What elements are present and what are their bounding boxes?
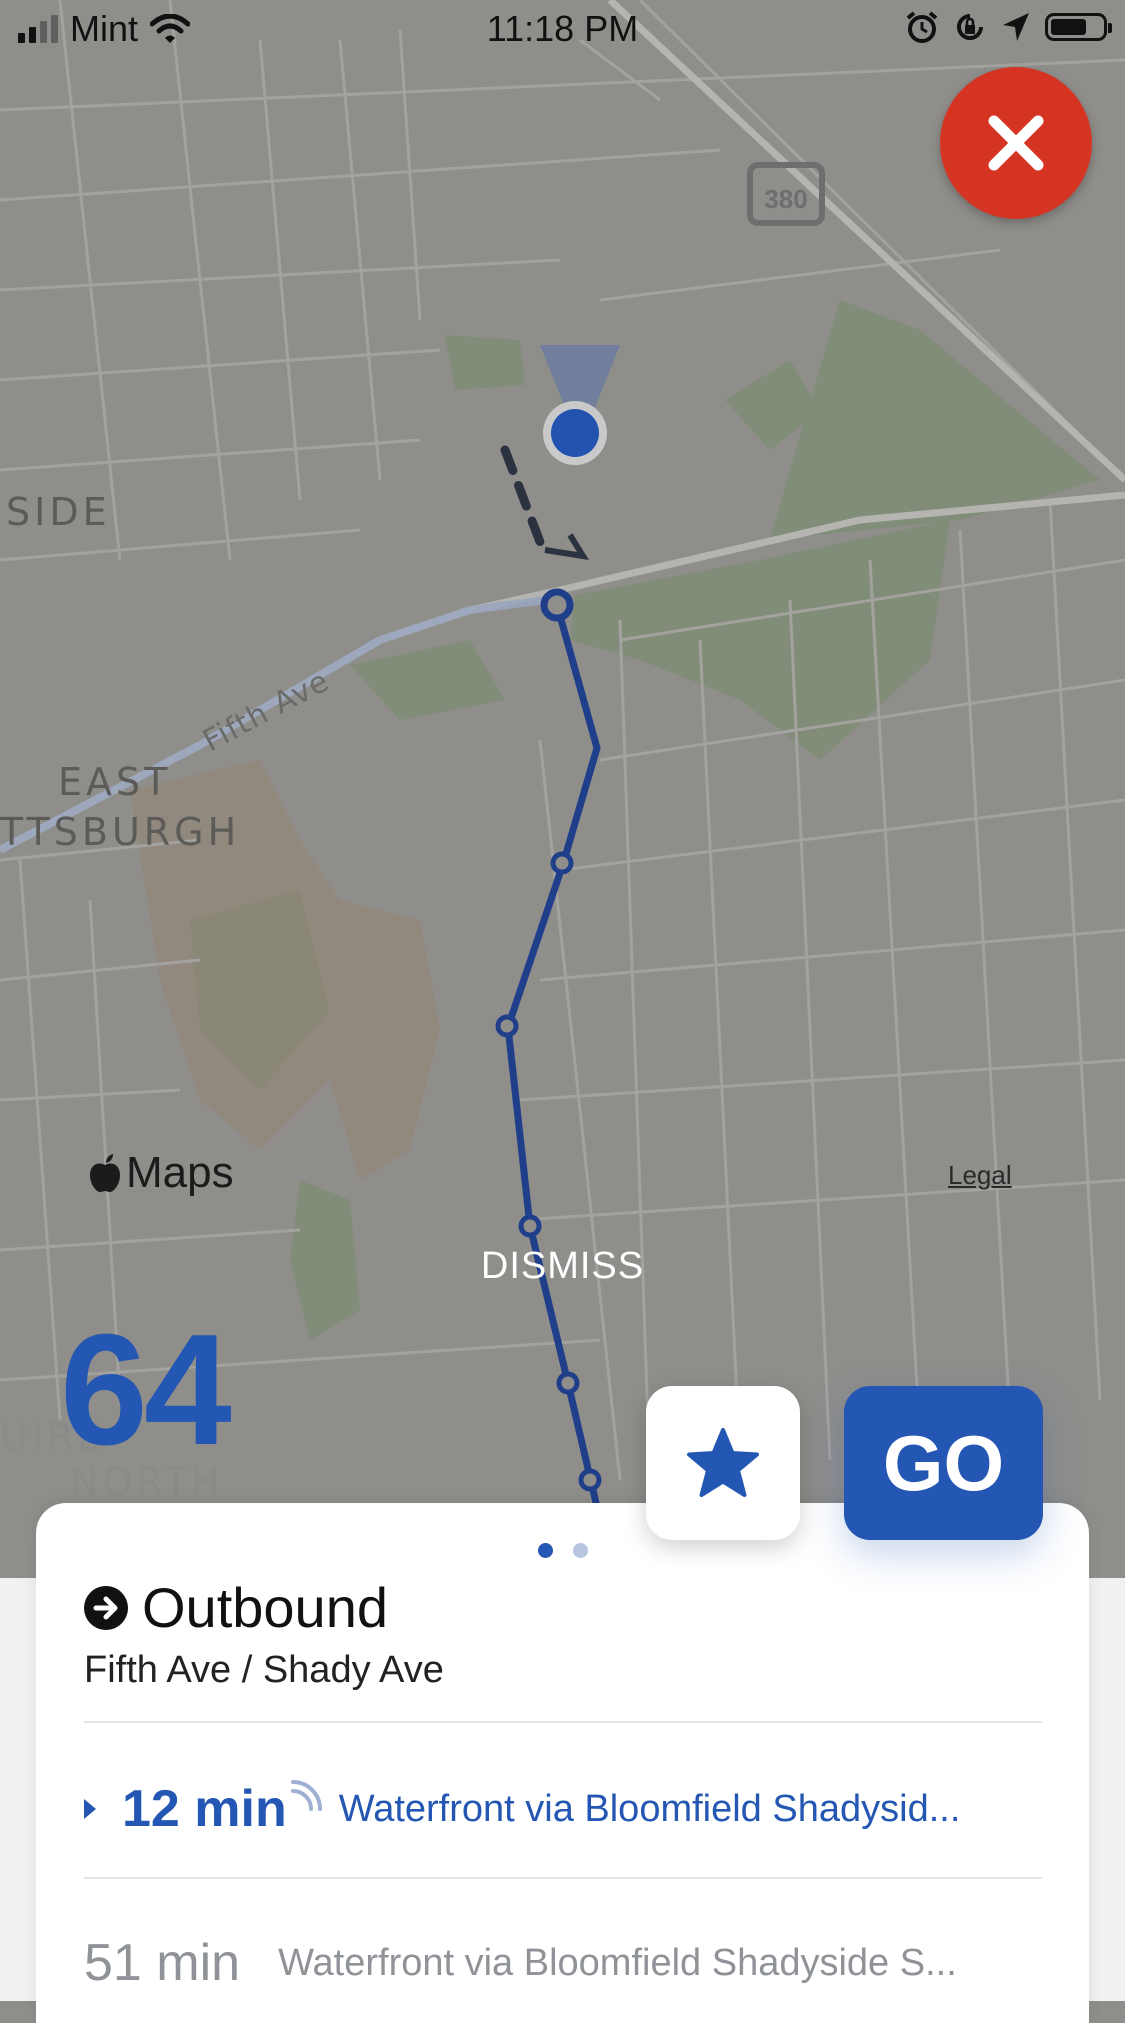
arrival-time: 12 min bbox=[122, 1780, 287, 1838]
map-label-side: SIDE bbox=[6, 490, 111, 534]
divider bbox=[84, 1721, 1042, 1723]
arrivals-sheet: Outbound Fifth Ave / Shady Ave 12 min Wa… bbox=[36, 1503, 1089, 2023]
arrival-row[interactable]: 51 min Waterfront via Bloomfield Shadysi… bbox=[84, 1923, 1074, 2003]
dismiss-button[interactable]: DISMISS bbox=[0, 1245, 1125, 1288]
battery-icon bbox=[1045, 13, 1112, 41]
arrival-destination: Waterfront via Bloomfield Shadyside S... bbox=[278, 1941, 957, 1984]
shield-label: 380 bbox=[764, 184, 807, 214]
page-indicator[interactable] bbox=[36, 1543, 1089, 1558]
map-label-east: EAST bbox=[58, 760, 171, 804]
caret-right-icon bbox=[84, 1799, 96, 1819]
orientation-lock-icon bbox=[957, 14, 983, 40]
close-button[interactable] bbox=[940, 67, 1092, 219]
status-bar: Mint 11:18 PM bbox=[0, 0, 1125, 58]
direction-header: Outbound bbox=[84, 1575, 388, 1640]
arrival-destination: Waterfront via Bloomfield Shadysid... bbox=[338, 1787, 961, 1830]
user-location-dot bbox=[543, 401, 607, 465]
divider bbox=[84, 1877, 1042, 1879]
favorite-button[interactable] bbox=[646, 1386, 800, 1540]
location-services-icon bbox=[1003, 13, 1029, 41]
direction-label: Outbound bbox=[142, 1576, 388, 1639]
legal-link[interactable]: Legal bbox=[948, 1160, 1012, 1191]
arrival-time: 51 min bbox=[84, 1934, 241, 1992]
close-icon bbox=[988, 115, 1044, 171]
realtime-signal-icon bbox=[290, 1780, 322, 1811]
maps-logo-text: Maps bbox=[126, 1148, 234, 1197]
route-number: 64 bbox=[60, 1302, 232, 1478]
star-icon bbox=[687, 1428, 759, 1497]
apple-logo-icon bbox=[90, 1154, 120, 1193]
stop-name: Fifth Ave / Shady Ave bbox=[84, 1649, 444, 1691]
arrival-row[interactable]: 12 min Waterfront via Bloomfield Shadysi… bbox=[84, 1769, 1074, 1849]
page-dot-2[interactable] bbox=[572, 1543, 588, 1558]
arrow-right-circle-icon bbox=[84, 1585, 128, 1630]
alarm-icon bbox=[906, 11, 938, 43]
go-button[interactable]: GO bbox=[844, 1386, 1043, 1540]
map-label-pittsburgh: TTSBURGH bbox=[0, 810, 240, 854]
apple-maps-logo: Maps bbox=[88, 1148, 234, 1198]
page-dot-1[interactable] bbox=[537, 1543, 553, 1558]
